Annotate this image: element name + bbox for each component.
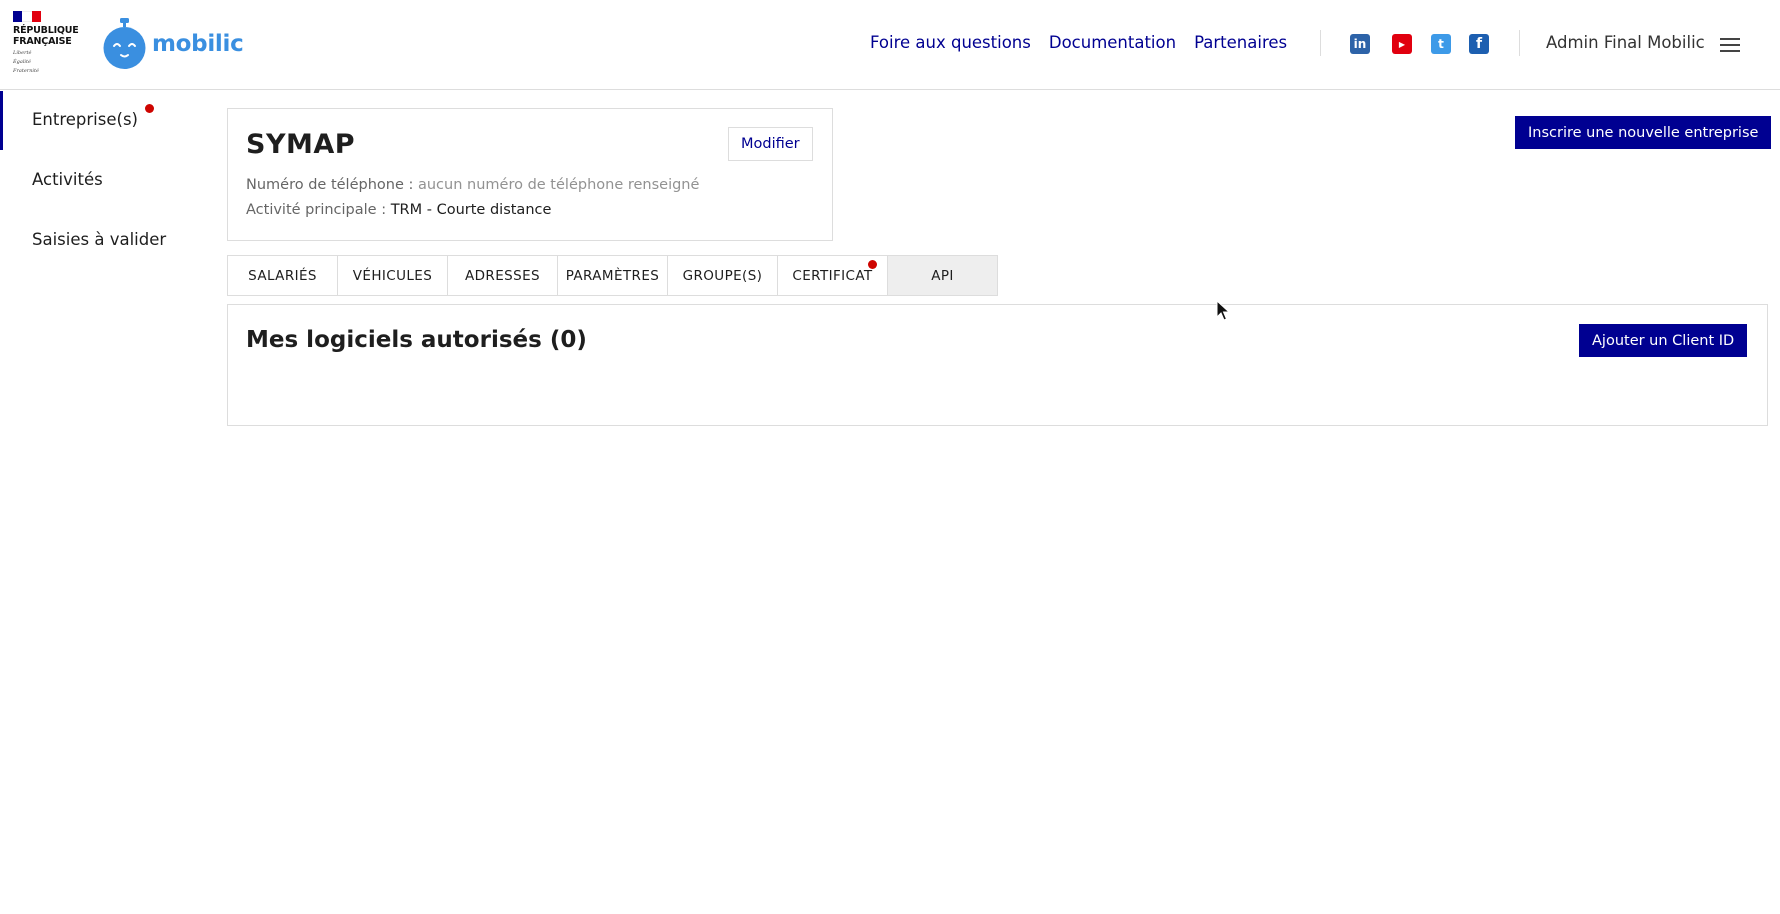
social-links-twitter: t bbox=[1431, 34, 1451, 54]
activity-value: TRM - Courte distance bbox=[390, 202, 552, 218]
sidebar-item-saisies[interactable]: Saisies à valider bbox=[32, 230, 166, 249]
modifier-button[interactable]: Modifier bbox=[728, 127, 813, 161]
header-divider bbox=[1320, 30, 1321, 56]
site-header: RÉPUBLIQUE FRANÇAISE Liberté Égalité Fra… bbox=[0, 0, 1780, 90]
mouse-cursor-icon bbox=[1216, 300, 1230, 321]
french-flag-icon bbox=[13, 11, 41, 22]
twitter-icon[interactable]: t bbox=[1431, 34, 1451, 54]
notification-dot bbox=[868, 260, 877, 269]
social-links-facebook: f bbox=[1469, 34, 1489, 54]
nav-link-partenaires[interactable]: Partenaires bbox=[1194, 33, 1287, 52]
company-card: SYMAP Modifier Numéro de téléphone : auc… bbox=[227, 108, 833, 241]
rf-title-line-1: RÉPUBLIQUE bbox=[13, 25, 79, 36]
sidebar-active-indicator bbox=[0, 91, 3, 150]
rf-motto-line-1: Liberté bbox=[13, 50, 32, 56]
rf-motto-line-3: Fraternité bbox=[13, 68, 39, 74]
rf-title-line-2: FRANÇAISE bbox=[13, 36, 72, 47]
tab-vehicules[interactable]: VÉHICULES bbox=[337, 255, 448, 296]
mobilic-logo[interactable]: mobilic bbox=[103, 18, 244, 70]
activity-info: Activité principale : TRM - Courte dista… bbox=[246, 202, 551, 218]
tab-groupes[interactable]: GROUPE(S) bbox=[667, 255, 778, 296]
user-name[interactable]: Admin Final Mobilic bbox=[1546, 33, 1705, 52]
nav-link-faq[interactable]: Foire aux questions bbox=[870, 33, 1031, 52]
social-links: in bbox=[1350, 34, 1370, 54]
top-nav: Foire aux questions Documentation Parten… bbox=[870, 33, 1287, 52]
sidebar-item-entreprises[interactable]: Entreprise(s) bbox=[32, 110, 138, 129]
social-links-youtube: ▶ bbox=[1392, 34, 1412, 54]
tab-certificat-label: CERTIFICAT bbox=[792, 267, 873, 284]
phone-info: Numéro de téléphone : aucun numéro de té… bbox=[246, 177, 699, 193]
api-panel: Mes logiciels autorisés (0) Ajouter un C… bbox=[227, 304, 1768, 426]
tab-parametres[interactable]: PARAMÈTRES bbox=[557, 255, 668, 296]
stopwatch-face-icon bbox=[103, 18, 146, 69]
activity-label: Activité principale : bbox=[246, 202, 391, 218]
tab-salaries[interactable]: SALARIÉS bbox=[227, 255, 338, 296]
tab-api[interactable]: API bbox=[887, 255, 998, 296]
phone-label: Numéro de téléphone : bbox=[246, 177, 418, 193]
brand-name: mobilic bbox=[152, 31, 244, 57]
hamburger-menu-icon[interactable] bbox=[1720, 38, 1740, 52]
tab-adresses[interactable]: ADRESSES bbox=[447, 255, 558, 296]
facebook-icon[interactable]: f bbox=[1469, 34, 1489, 54]
rf-motto-line-2: Égalité bbox=[13, 59, 31, 65]
tab-certificat[interactable]: CERTIFICAT bbox=[777, 255, 888, 296]
company-name: SYMAP bbox=[246, 129, 356, 160]
linkedin-icon[interactable]: in bbox=[1350, 34, 1370, 54]
add-client-id-button[interactable]: Ajouter un Client ID bbox=[1579, 324, 1748, 357]
notification-dot bbox=[145, 104, 154, 113]
authorized-software-title: Mes logiciels autorisés (0) bbox=[246, 327, 587, 353]
republique-francaise-logo[interactable]: RÉPUBLIQUE FRANÇAISE Liberté Égalité Fra… bbox=[13, 11, 83, 74]
header-divider-2 bbox=[1519, 30, 1520, 56]
youtube-icon[interactable]: ▶ bbox=[1392, 34, 1412, 54]
sidebar-item-activites[interactable]: Activités bbox=[32, 170, 103, 189]
register-company-button[interactable]: Inscrire une nouvelle entreprise bbox=[1515, 116, 1772, 149]
nav-link-documentation[interactable]: Documentation bbox=[1049, 33, 1176, 52]
phone-value: aucun numéro de téléphone renseigné bbox=[417, 177, 700, 193]
company-tabs: SALARIÉS VÉHICULES ADRESSES PARAMÈTRES G… bbox=[227, 255, 998, 296]
